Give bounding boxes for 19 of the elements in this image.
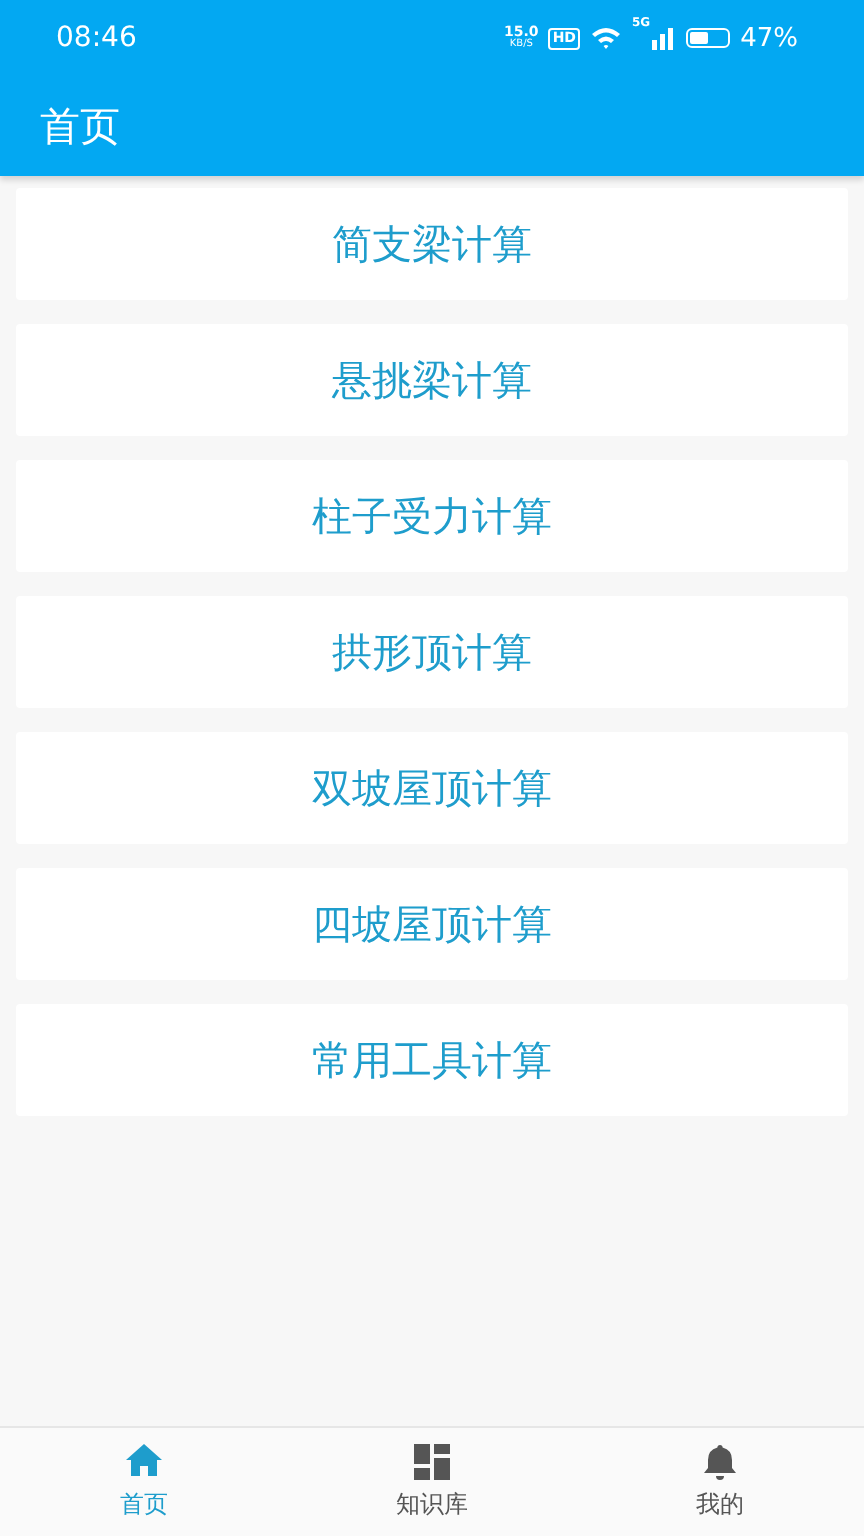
- page-title: 首页: [40, 99, 120, 153]
- calculator-item[interactable]: 简支梁计算: [16, 188, 848, 300]
- home-icon: [124, 1442, 164, 1482]
- calculator-item[interactable]: 四坡屋顶计算: [16, 868, 848, 980]
- clock-time: 08:46: [56, 22, 137, 54]
- calculator-item[interactable]: 双坡屋顶计算: [16, 732, 848, 844]
- bell-icon: [700, 1442, 740, 1482]
- battery-percent: 47%: [740, 23, 798, 53]
- calculator-item[interactable]: 悬挑梁计算: [16, 324, 848, 436]
- calculator-item[interactable]: 常用工具计算: [16, 1004, 848, 1116]
- nav-tab[interactable]: 首页: [0, 1428, 288, 1536]
- calculator-item[interactable]: 柱子受力计算: [16, 460, 848, 572]
- nav-tab[interactable]: 知识库: [288, 1428, 576, 1536]
- nav-tab[interactable]: 我的: [576, 1428, 864, 1536]
- calculator-item[interactable]: 拱形顶计算: [16, 596, 848, 708]
- signal-icon: [652, 27, 677, 49]
- grid-icon: [412, 1442, 452, 1482]
- battery-icon: [686, 28, 731, 48]
- wifi-icon: [589, 26, 622, 50]
